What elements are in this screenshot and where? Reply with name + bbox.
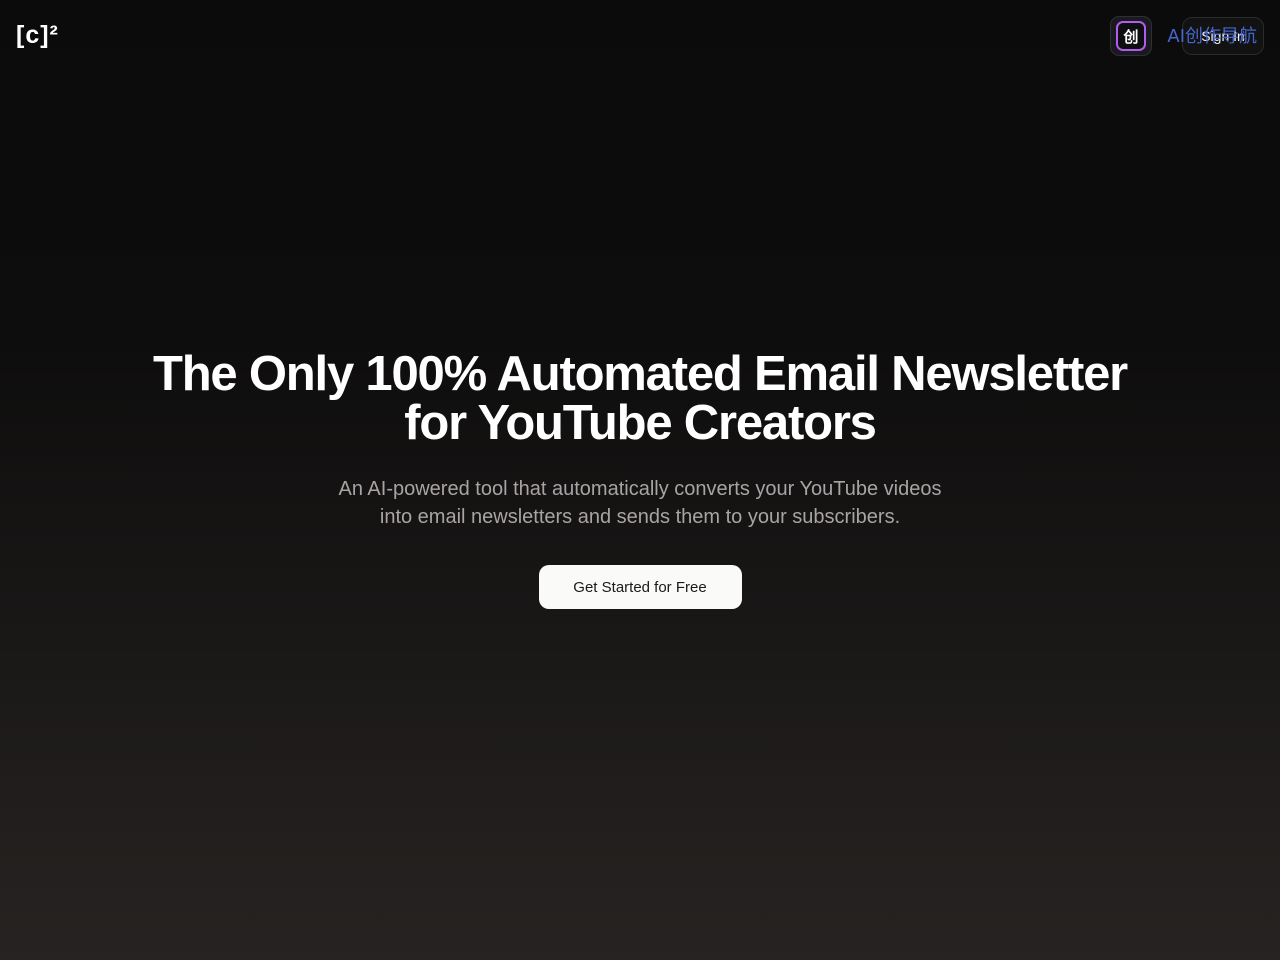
hero-subtitle: An AI-powered tool that automatically co… xyxy=(300,475,980,531)
get-started-button[interactable]: Get Started for Free xyxy=(538,565,742,609)
hero-title-line-2: for YouTube Creators xyxy=(404,396,877,450)
hero-title: The Only 100% Automated Email Newsletter… xyxy=(90,350,1190,448)
hero-title-line-1: The Only 100% Automated Email Newsletter xyxy=(152,347,1128,401)
top-navigation-bar: [c]² 创 Sign In AI创作导航 xyxy=(0,0,1280,72)
site-logo[interactable]: [c]² xyxy=(16,18,59,52)
nav-right-group: 创 Sign In AI创作导航 xyxy=(1110,16,1264,56)
hero-subtitle-line-2: into email newsletters and sends them to… xyxy=(379,506,901,528)
extension-overlay-label: AI创作导航 xyxy=(1167,26,1257,47)
extension-logo-icon: 创 xyxy=(1116,21,1146,51)
sign-in-button[interactable]: Sign In AI创作导航 xyxy=(1167,17,1264,55)
ai-nav-extension-button[interactable]: 创 xyxy=(1110,16,1152,56)
hero-section: The Only 100% Automated Email Newsletter… xyxy=(0,350,1280,609)
hero-subtitle-line-1: An AI-powered tool that automatically co… xyxy=(338,478,942,500)
cta-wrapper: Get Started for Free xyxy=(0,565,1280,609)
